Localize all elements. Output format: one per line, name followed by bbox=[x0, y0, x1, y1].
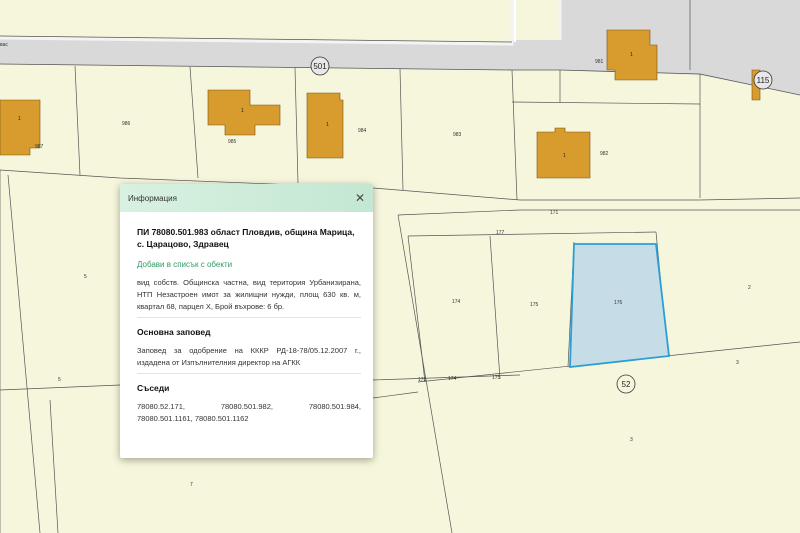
parcel-label: 177 bbox=[496, 230, 505, 236]
parcel-description: вид собств. Общинска частна, вид територ… bbox=[137, 278, 361, 311]
parcel-label: 171 bbox=[550, 210, 559, 216]
parcel-label: 175 bbox=[492, 375, 501, 381]
neighbor-item: 78080.501.982, bbox=[220, 402, 273, 411]
neighbor-item: 78080.501.984, bbox=[308, 402, 361, 411]
building bbox=[0, 99, 41, 156]
neighbor-item: 78080.501.1161, 78080.501.1162 bbox=[137, 414, 249, 423]
close-icon[interactable]: ✕ bbox=[355, 192, 365, 204]
parcel-label: 981 bbox=[595, 59, 604, 65]
parcel-label: 176 bbox=[614, 300, 623, 306]
parcel-label: 5 bbox=[84, 274, 87, 280]
neighbors-list: 78080.52.171, 78080.501.982, 78080.501.9… bbox=[137, 401, 361, 425]
info-popup: Информация ✕ ПИ 78080.501.983 област Пло… bbox=[120, 184, 373, 458]
parcel-label: 986 bbox=[122, 121, 131, 127]
parcel-label: 2 bbox=[748, 285, 751, 291]
add-to-list-link[interactable]: Добави в списък с обекти bbox=[137, 260, 361, 269]
building bbox=[306, 92, 344, 159]
parcel-label: 985 bbox=[228, 139, 237, 145]
neighbors-section-title: Съседи bbox=[137, 383, 170, 393]
parcel-label: 175 bbox=[530, 302, 539, 308]
divider bbox=[137, 373, 361, 374]
divider bbox=[137, 317, 361, 318]
building-label: 1 bbox=[18, 116, 21, 122]
parcel-label: 982 bbox=[600, 151, 609, 157]
order-text: Заповед за одобрение на КККР РД-18-78/05… bbox=[137, 346, 361, 367]
building-label: 1 bbox=[326, 122, 329, 128]
parcel-label: 5 bbox=[58, 377, 61, 383]
parcel-label: 173 bbox=[418, 377, 427, 383]
neighbor-item: 78080.52.171, bbox=[137, 402, 185, 411]
street-number-label: 115 bbox=[757, 76, 770, 85]
building-label: 1 bbox=[563, 153, 566, 159]
parcel-label: 174 bbox=[452, 299, 461, 305]
parcel-label: 174 bbox=[448, 376, 457, 382]
order-section-title: Основна заповед bbox=[137, 327, 211, 337]
building-label: 1 bbox=[241, 108, 244, 114]
parcel-label: 7 bbox=[190, 482, 193, 488]
popup-title: Информация bbox=[128, 193, 177, 203]
building-label: 1 bbox=[630, 52, 633, 58]
popup-header: Информация ✕ bbox=[120, 184, 373, 212]
parcel-label: 983 bbox=[453, 132, 462, 138]
street-number-label: 501 bbox=[313, 62, 327, 71]
street-name-fragment: вас bbox=[0, 42, 8, 48]
parcel-label: 984 bbox=[358, 128, 367, 134]
street-number-label: 52 bbox=[622, 380, 631, 389]
popup-body: ПИ 78080.501.983 област Пловдив, община … bbox=[120, 212, 373, 425]
parcel-label: 3 bbox=[630, 437, 633, 443]
parcel-heading: ПИ 78080.501.983 област Пловдив, община … bbox=[137, 227, 355, 249]
parcel-label: 3 bbox=[736, 360, 739, 366]
parcel-label: 987 bbox=[35, 144, 44, 150]
